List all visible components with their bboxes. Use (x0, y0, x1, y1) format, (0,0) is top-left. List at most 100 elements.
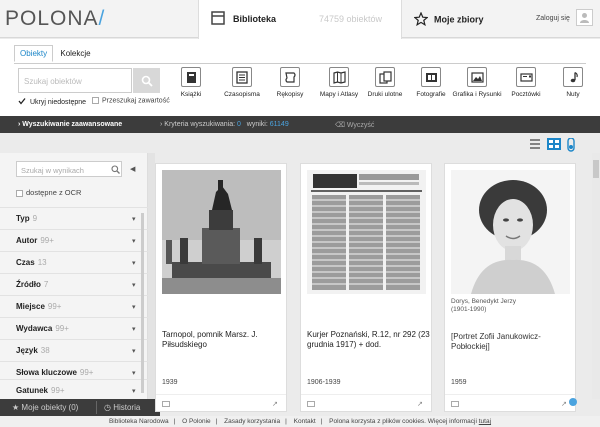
filter-author[interactable]: Autor 99+ ▾ (0, 229, 148, 251)
avatar[interactable] (576, 9, 593, 26)
object-count: 74759 obiektów (319, 14, 383, 24)
result-card[interactable]: Tarnopol, pomnik Marsz. J. Piłsudskiego … (155, 163, 287, 412)
search-input[interactable]: Szukaj obiektów (18, 68, 132, 93)
category-books[interactable]: Książki (166, 67, 216, 98)
share-icon[interactable]: ↗ (561, 400, 567, 408)
bottom-tabs: ★ Moje obiekty (0) ◷ Historia (0, 399, 160, 416)
chevron-down-icon: ▾ (132, 282, 136, 289)
filter-place[interactable]: Miejsce 99+ ▾ (0, 295, 148, 317)
tab-collections[interactable]: Kolekcje (55, 46, 95, 61)
map-icon (329, 67, 349, 87)
filter-language[interactable]: Język 38 ▾ (0, 339, 148, 361)
book-icon (181, 67, 201, 87)
category-filters: Książki Czasopisma Rękopisy Mapy i Atlas… (178, 67, 593, 115)
tab-objects[interactable]: Obiekty (14, 45, 54, 62)
clear-button[interactable]: ⌫ Wyczyść (335, 121, 374, 129)
chevron-down-icon: ▾ (132, 370, 136, 377)
login-link[interactable]: Zaloguj się (536, 15, 570, 22)
filter-publisher[interactable]: Wydawca 99+ ▾ (0, 317, 148, 339)
footer-link-about[interactable]: O Polonie (182, 418, 211, 425)
chevron-down-icon: ▾ (132, 216, 136, 223)
share-icon[interactable]: ↗ (272, 400, 278, 408)
results-scrollbar-thumb[interactable] (593, 160, 599, 178)
tab-library-label: Biblioteka (233, 14, 277, 24)
filter-genre[interactable]: Gatunek 99+ ▾ (0, 379, 148, 401)
my-objects-tab[interactable]: ★ Moje obiekty (0) (12, 403, 78, 412)
chevron-down-icon: ▾ (132, 304, 136, 311)
footer-link-contact[interactable]: Kontakt (294, 418, 316, 425)
sidebar-scrollbar[interactable] (141, 213, 144, 393)
photo-icon (421, 67, 441, 87)
filter-results-input[interactable]: Szukaj w wynikach (16, 161, 122, 177)
star-icon: ★ (12, 403, 22, 412)
location-marker-icon (569, 398, 577, 406)
filter-source[interactable]: Źródło 7 ▾ (0, 273, 148, 295)
format-icon (162, 401, 170, 407)
result-author[interactable]: Dorys, Benedykt Jerzy (1901-1990) (451, 298, 516, 314)
category-music[interactable]: Nuty (548, 67, 598, 98)
music-icon (563, 67, 583, 87)
result-year: 1939 (162, 379, 178, 386)
sidebar-gutter (148, 153, 155, 399)
category-maps[interactable]: Mapy i Atlasy (314, 67, 364, 98)
checkmark-icon (18, 97, 26, 107)
chevron-down-icon: ▾ (132, 260, 136, 267)
category-postcards[interactable]: Pocztówki (501, 67, 551, 98)
leaflet-icon (375, 67, 395, 87)
chevron-down-icon: ▾ (132, 326, 136, 333)
list-view-icon[interactable] (528, 138, 542, 150)
footer: Biblioteka Narodowa | O Polonie | Zasady k… (0, 416, 600, 427)
tab-library[interactable]: Biblioteka 74759 obiektów (198, 0, 402, 39)
polona-logo[interactable]: POLONA/ (5, 7, 105, 31)
format-icon (307, 401, 315, 407)
result-title[interactable]: [Portret Zofii Janukowicz-Pobłockiej] (451, 332, 575, 352)
manuscript-icon (280, 67, 300, 87)
footer-link-bn[interactable]: Biblioteka Narodowa (109, 418, 169, 425)
panel-tabs: Obiekty Kolekcje (14, 45, 96, 63)
hide-unavailable-checkbox[interactable]: Ukryj niedostępne (18, 97, 86, 107)
tabs-divider (14, 63, 586, 64)
format-icon (451, 401, 459, 407)
filter-time[interactable]: Czas 13 ▾ (0, 251, 148, 273)
category-periodicals[interactable]: Czasopisma (217, 67, 267, 98)
result-title[interactable]: Tarnopol, pomnik Marsz. J. Piłsudskiego (162, 330, 286, 350)
filter-type[interactable]: Typ 9 ▾ (0, 207, 148, 229)
result-thumbnail[interactable] (307, 170, 426, 294)
tab-my-collections[interactable]: Moje zbiory (413, 11, 484, 28)
category-graphics[interactable]: Grafika i Rysunki (452, 67, 502, 98)
grid-view-icon[interactable] (547, 138, 562, 150)
result-card[interactable]: Dorys, Benedykt Jerzy (1901-1990) [Portre… (444, 163, 576, 412)
footer-link-terms[interactable]: Zasady korzystania (224, 418, 280, 425)
result-title[interactable]: Kurjer Poznański, R.12, nr 292 (23 grudn… (307, 330, 431, 350)
ocr-checkbox[interactable]: dostępne z OCR (16, 188, 81, 197)
result-card[interactable]: Kurjer Poznański, R.12, nr 292 (23 grudn… (300, 163, 432, 412)
star-icon (413, 11, 429, 28)
chevron-down-icon: ▾ (132, 388, 136, 395)
category-manuscripts[interactable]: Rękopisy (265, 67, 315, 98)
postcard-icon (516, 67, 536, 87)
cookie-info-link[interactable]: tutaj (479, 418, 491, 425)
filter-sidebar: Szukaj w wynikach ◀ dostępne z OCR Typ 9 ▾… (0, 153, 148, 399)
cookie-notice: Polona korzysta z plików cookies. Więcej… (329, 418, 492, 425)
category-leaflets[interactable]: Druki ulotne (360, 67, 410, 98)
collapse-sidebar-icon[interactable]: ◀ (130, 165, 135, 173)
result-thumbnail[interactable] (451, 170, 570, 294)
search-button[interactable] (133, 68, 160, 93)
advanced-search-toggle[interactable]: › Wyszukiwanie zaawansowane (18, 121, 122, 128)
share-icon[interactable]: ↗ (417, 400, 423, 408)
erase-icon: ⌫ (335, 122, 347, 129)
graphic-icon (467, 67, 487, 87)
results-scrollbar[interactable] (592, 153, 600, 399)
result-year: 1906-1939 (307, 379, 341, 386)
tile-size-icon[interactable] (566, 137, 580, 152)
result-thumbnail[interactable] (162, 170, 281, 294)
clock-icon: ◷ (104, 403, 114, 412)
search-criteria[interactable]: › Kryteria wyszukiwania: 0 wyniki: 61149 (160, 121, 289, 128)
chevron-down-icon: ▾ (132, 348, 136, 355)
category-photographs[interactable]: Fotografie (406, 67, 456, 98)
chevron-down-icon: ▾ (132, 238, 136, 245)
history-tab[interactable]: ◷ Historia (104, 403, 140, 412)
search-options-bar: › Wyszukiwanie zaawansowane › Kryteria w… (0, 116, 600, 133)
search-content-checkbox[interactable]: Przeszukaj zawartość (92, 97, 170, 104)
view-toggles (525, 137, 580, 152)
